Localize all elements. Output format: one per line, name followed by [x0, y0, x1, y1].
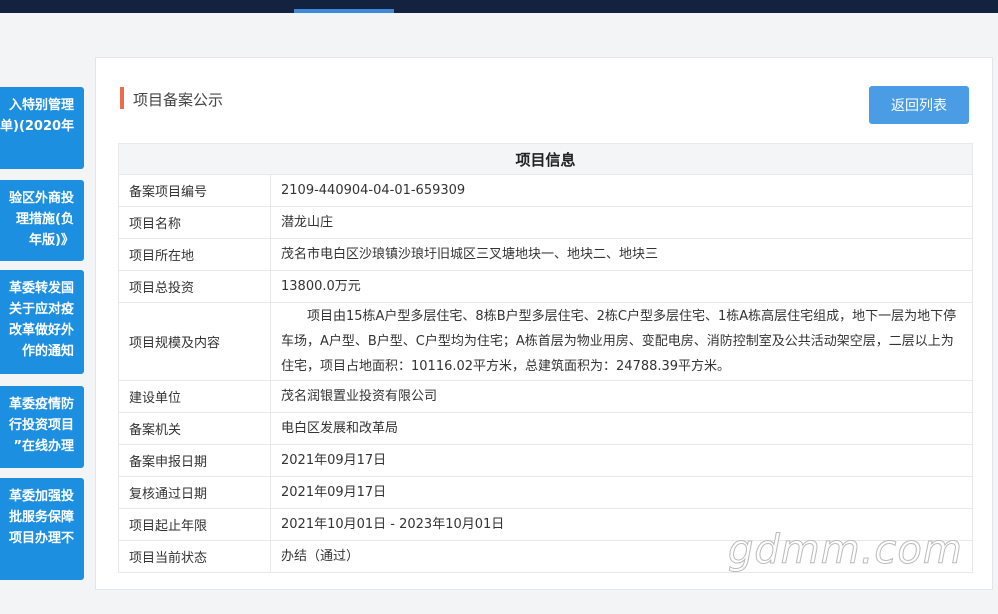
sidebar-card-line: 年版)》: [29, 233, 74, 248]
sidebar-card-line: 作的通知: [21, 344, 74, 359]
row-key: 项目当前状态: [118, 540, 271, 573]
row-value: 电白区发展和改革局: [270, 412, 973, 445]
sidebar-card-line: 革委加强投: [8, 489, 74, 504]
title-accent-bar: [120, 87, 124, 109]
table-row: 项目规模及内容 项目由15栋A户型多层住宅、8栋B户型多层住宅、2栋C户型多层住…: [118, 302, 973, 381]
table-row: 备案机关 电白区发展和改革局: [118, 412, 973, 445]
sidebar-card-5[interactable]: 革委加强投 批服务保障 项目办理不: [0, 478, 84, 580]
table-row: 项目总投资 13800.0万元: [118, 270, 973, 303]
sidebar-card-line: 革委疫情防: [8, 397, 74, 412]
row-value: 2109-440904-04-01-659309: [270, 174, 973, 207]
sidebar-card-1[interactable]: 入特别管理 单)(2020年: [0, 87, 84, 169]
row-key: 建设单位: [118, 380, 271, 413]
row-key: 备案项目编号: [118, 174, 271, 207]
row-value: 2021年09月17日: [270, 476, 973, 509]
back-to-list-button[interactable]: 返回列表: [869, 86, 969, 124]
sidebar-card-3[interactable]: 革委转发国 关于应对疫 改革做好外 作的通知: [0, 270, 84, 374]
sidebar-card-line: 行投资项目: [8, 418, 74, 433]
table-row: 项目名称 潜龙山庄: [118, 206, 973, 239]
table-header: 项目信息: [118, 143, 973, 175]
table-row: 项目所在地 茂名市电白区沙琅镇沙琅圩旧城区三叉塘地块一、地块二、地块三: [118, 238, 973, 271]
sidebar-card-line: 验区外商投: [8, 191, 74, 206]
sidebar-card-2[interactable]: 验区外商投 理措施(负 年版)》: [0, 180, 84, 261]
row-value: 潜龙山庄: [270, 206, 973, 239]
row-key: 备案申报日期: [118, 444, 271, 477]
project-info-table: 项目信息 备案项目编号 2109-440904-04-01-659309 项目名…: [118, 143, 973, 573]
row-value: 茂名市电白区沙琅镇沙琅圩旧城区三叉塘地块一、地块二、地块三: [270, 238, 973, 271]
top-nav-active-indicator: [294, 9, 394, 13]
sidebar-card-line: 关于应对疫: [8, 302, 74, 317]
row-key: 项目名称: [118, 206, 271, 239]
sidebar-card-line: ”在线办理: [13, 439, 74, 454]
top-nav-bar: [0, 0, 998, 13]
row-key: 备案机关: [118, 412, 271, 445]
row-key: 项目所在地: [118, 238, 271, 271]
row-value: 2021年09月17日: [270, 444, 973, 477]
sidebar-card-line: 批服务保障: [8, 510, 74, 525]
table-row: 复核通过日期 2021年09月17日: [118, 476, 973, 509]
panel-header: 项目备案公示 返回列表: [96, 58, 992, 138]
page-title: 项目备案公示: [133, 91, 224, 109]
row-key: 复核通过日期: [118, 476, 271, 509]
sidebar-card-line: 单)(2020年: [0, 119, 75, 134]
sidebar-card-4[interactable]: 革委疫情防 行投资项目 ”在线办理: [0, 386, 84, 468]
table-header-row: 项目信息: [118, 143, 973, 175]
row-value: 13800.0万元: [270, 270, 973, 303]
row-key: 项目总投资: [118, 270, 271, 303]
site-watermark: gdmm.com: [728, 527, 963, 574]
row-value: 项目由15栋A户型多层住宅、8栋B户型多层住宅、2栋C户型多层住宅、1栋A栋高层…: [270, 302, 973, 381]
row-key: 项目规模及内容: [118, 302, 271, 381]
sidebar-card-line: 入特别管理: [8, 98, 74, 113]
table-row: 备案申报日期 2021年09月17日: [118, 444, 973, 477]
row-key: 项目起止年限: [118, 508, 271, 541]
table-row: 建设单位 茂名润银置业投资有限公司: [118, 380, 973, 413]
table-row: 备案项目编号 2109-440904-04-01-659309: [118, 174, 973, 207]
sidebar-card-line: 革委转发国: [8, 281, 74, 296]
sidebar-card-line: 改革做好外: [8, 323, 74, 338]
sidebar-card-line: 理措施(负: [16, 212, 74, 227]
sidebar-card-line: 项目办理不: [8, 531, 74, 546]
row-value: 茂名润银置业投资有限公司: [270, 380, 973, 413]
project-panel: 项目备案公示 返回列表 项目信息 备案项目编号 2109-440904-04-0…: [95, 57, 993, 590]
